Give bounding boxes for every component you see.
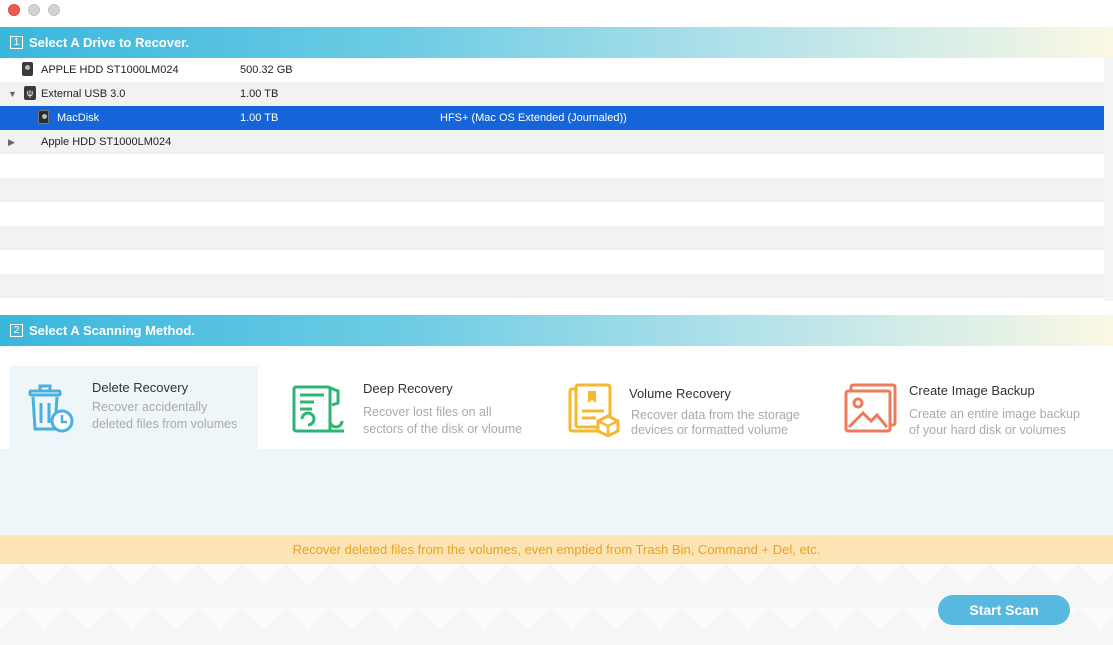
disclosure-triangle-expanded-icon[interactable]: ▼ [8,89,17,99]
method-description: deleted files from volumes [92,417,238,431]
empty-row [0,274,1113,298]
maximize-window-button[interactable] [48,4,60,16]
section-title: Select A Drive to Recover. [29,35,190,50]
method-title: Volume Recovery [629,386,731,401]
hard-disk-icon [22,62,33,76]
method-hint-bar: Recover deleted files from the volumes, … [0,535,1113,564]
trash-clock-icon [28,384,74,433]
method-volume-recovery[interactable]: Volume Recovery Recover data from the st… [558,366,818,449]
folder-box-icon [568,383,620,437]
method-description: sectors of the disk or vloume [363,422,523,436]
method-deep-recovery[interactable]: Deep Recovery Recover lost files on all … [280,366,550,449]
start-scan-button[interactable]: Start Scan [938,595,1070,625]
title-bar [0,0,1113,27]
image-backup-icon [844,383,897,433]
method-description: of your hard disk or volumes [909,423,1067,437]
drive-size: 1.00 TB [240,88,279,100]
method-create-image-backup[interactable]: Create Image Backup Create an entire ima… [835,366,1105,449]
volume-disk-icon [38,110,49,124]
scan-methods-area: Delete Recovery Recover accidentally del… [0,346,1113,535]
drive-row-apple-hdd[interactable]: APPLE HDD ST1000LM024 500.32 GB [0,58,1113,82]
method-delete-recovery[interactable]: Delete Recovery Recover accidentally del… [10,366,258,449]
step-number: 1 [10,36,23,49]
document-scan-icon [292,385,344,433]
method-description: devices or formatted volume [631,423,789,437]
method-description: Recover accidentally [92,400,208,414]
drive-name: APPLE HDD ST1000LM024 [41,64,179,76]
usb-drive-icon: ψ [24,86,36,100]
empty-row [0,154,1113,178]
step-number: 2 [10,324,23,337]
method-description: Create an entire image backup [909,407,1080,421]
empty-row [0,178,1113,202]
drive-list: APPLE HDD ST1000LM024 500.32 GB ▼ ψ Exte… [0,58,1113,301]
drive-size: 1.00 TB [240,112,279,124]
drive-list-scrollbar[interactable] [1104,58,1113,301]
method-description: Recover lost files on all [363,405,492,419]
drive-row-apple-hdd-2[interactable]: ▶ Apple HDD ST1000LM024 [0,130,1113,154]
close-window-button[interactable] [8,4,20,16]
drive-size: 500.32 GB [240,64,293,76]
empty-row [0,226,1113,250]
select-drive-header: 1 Select A Drive to Recover. [0,27,1113,58]
drive-name: MacDisk [57,112,100,124]
select-method-header: 2 Select A Scanning Method. [0,315,1113,346]
drive-filesystem: HFS+ (Mac OS Extended (Journaled)) [440,112,627,124]
empty-row [0,202,1113,226]
drive-name: External USB 3.0 [41,88,126,100]
method-title: Create Image Backup [909,383,1035,398]
method-title: Delete Recovery [92,380,189,395]
drive-name: Apple HDD ST1000LM024 [41,136,172,148]
drive-row-macdisk[interactable]: MacDisk 1.00 TB HFS+ (Mac OS Extended (J… [0,106,1113,130]
drive-row-external-usb[interactable]: ▼ ψ External USB 3.0 1.00 TB [0,82,1113,106]
empty-row [0,250,1113,274]
method-title: Deep Recovery [363,381,453,396]
footer: Start Scan [0,564,1113,645]
section-title: Select A Scanning Method. [29,323,195,338]
minimize-window-button[interactable] [28,4,40,16]
disclosure-triangle-collapsed-icon[interactable]: ▶ [8,137,15,148]
